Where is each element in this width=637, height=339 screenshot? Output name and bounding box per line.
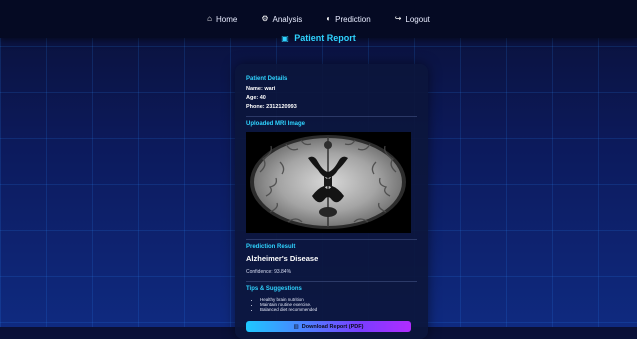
nav-prediction-label: Prediction: [335, 14, 371, 24]
nav-home[interactable]: ⌂ Home: [207, 15, 237, 24]
prediction-value: Alzheimer's Disease: [246, 254, 319, 263]
patient-name: Name: wari: [246, 86, 276, 92]
mri-title: Uploaded MRI Image: [246, 121, 306, 127]
report-card: Patient Details Name: wari Age: 40 Phone…: [235, 64, 428, 339]
divider: [246, 116, 417, 117]
nav-prediction[interactable]: ◐ Prediction: [326, 15, 370, 24]
tips-list: Healthy brain nutrition Maintain routine…: [260, 297, 417, 312]
tip-item: Balanced diet recommended: [260, 307, 417, 312]
logout-icon: ↪: [394, 14, 402, 23]
divider: [246, 239, 417, 240]
page-title-text: Patient Report: [294, 33, 356, 43]
nav-analysis[interactable]: ⚙ Analysis: [261, 15, 302, 24]
nav-home-label: Home: [215, 14, 238, 24]
confidence-text: Confidence: 93.84%: [246, 269, 292, 275]
nav-logout[interactable]: ↪ Logout: [395, 15, 430, 24]
patient-details-title: Patient Details: [246, 76, 288, 82]
patient-phone: Phone: 2312120993: [246, 104, 297, 110]
report-icon: ▣: [281, 34, 289, 43]
divider: [246, 281, 417, 282]
home-icon: ⌂: [207, 14, 212, 23]
nav-logout-label: Logout: [405, 14, 430, 24]
mri-image: [246, 132, 411, 233]
brain-icon: ◐: [326, 14, 332, 23]
page-title: ▣ Patient Report: [0, 33, 637, 43]
nav-analysis-label: Analysis: [272, 14, 303, 24]
tips-title: Tips & Suggestions: [246, 286, 302, 292]
prediction-result-title: Prediction Result: [246, 244, 296, 250]
gears-icon: ⚙: [261, 14, 269, 23]
patient-age: Age: 40: [246, 95, 266, 101]
